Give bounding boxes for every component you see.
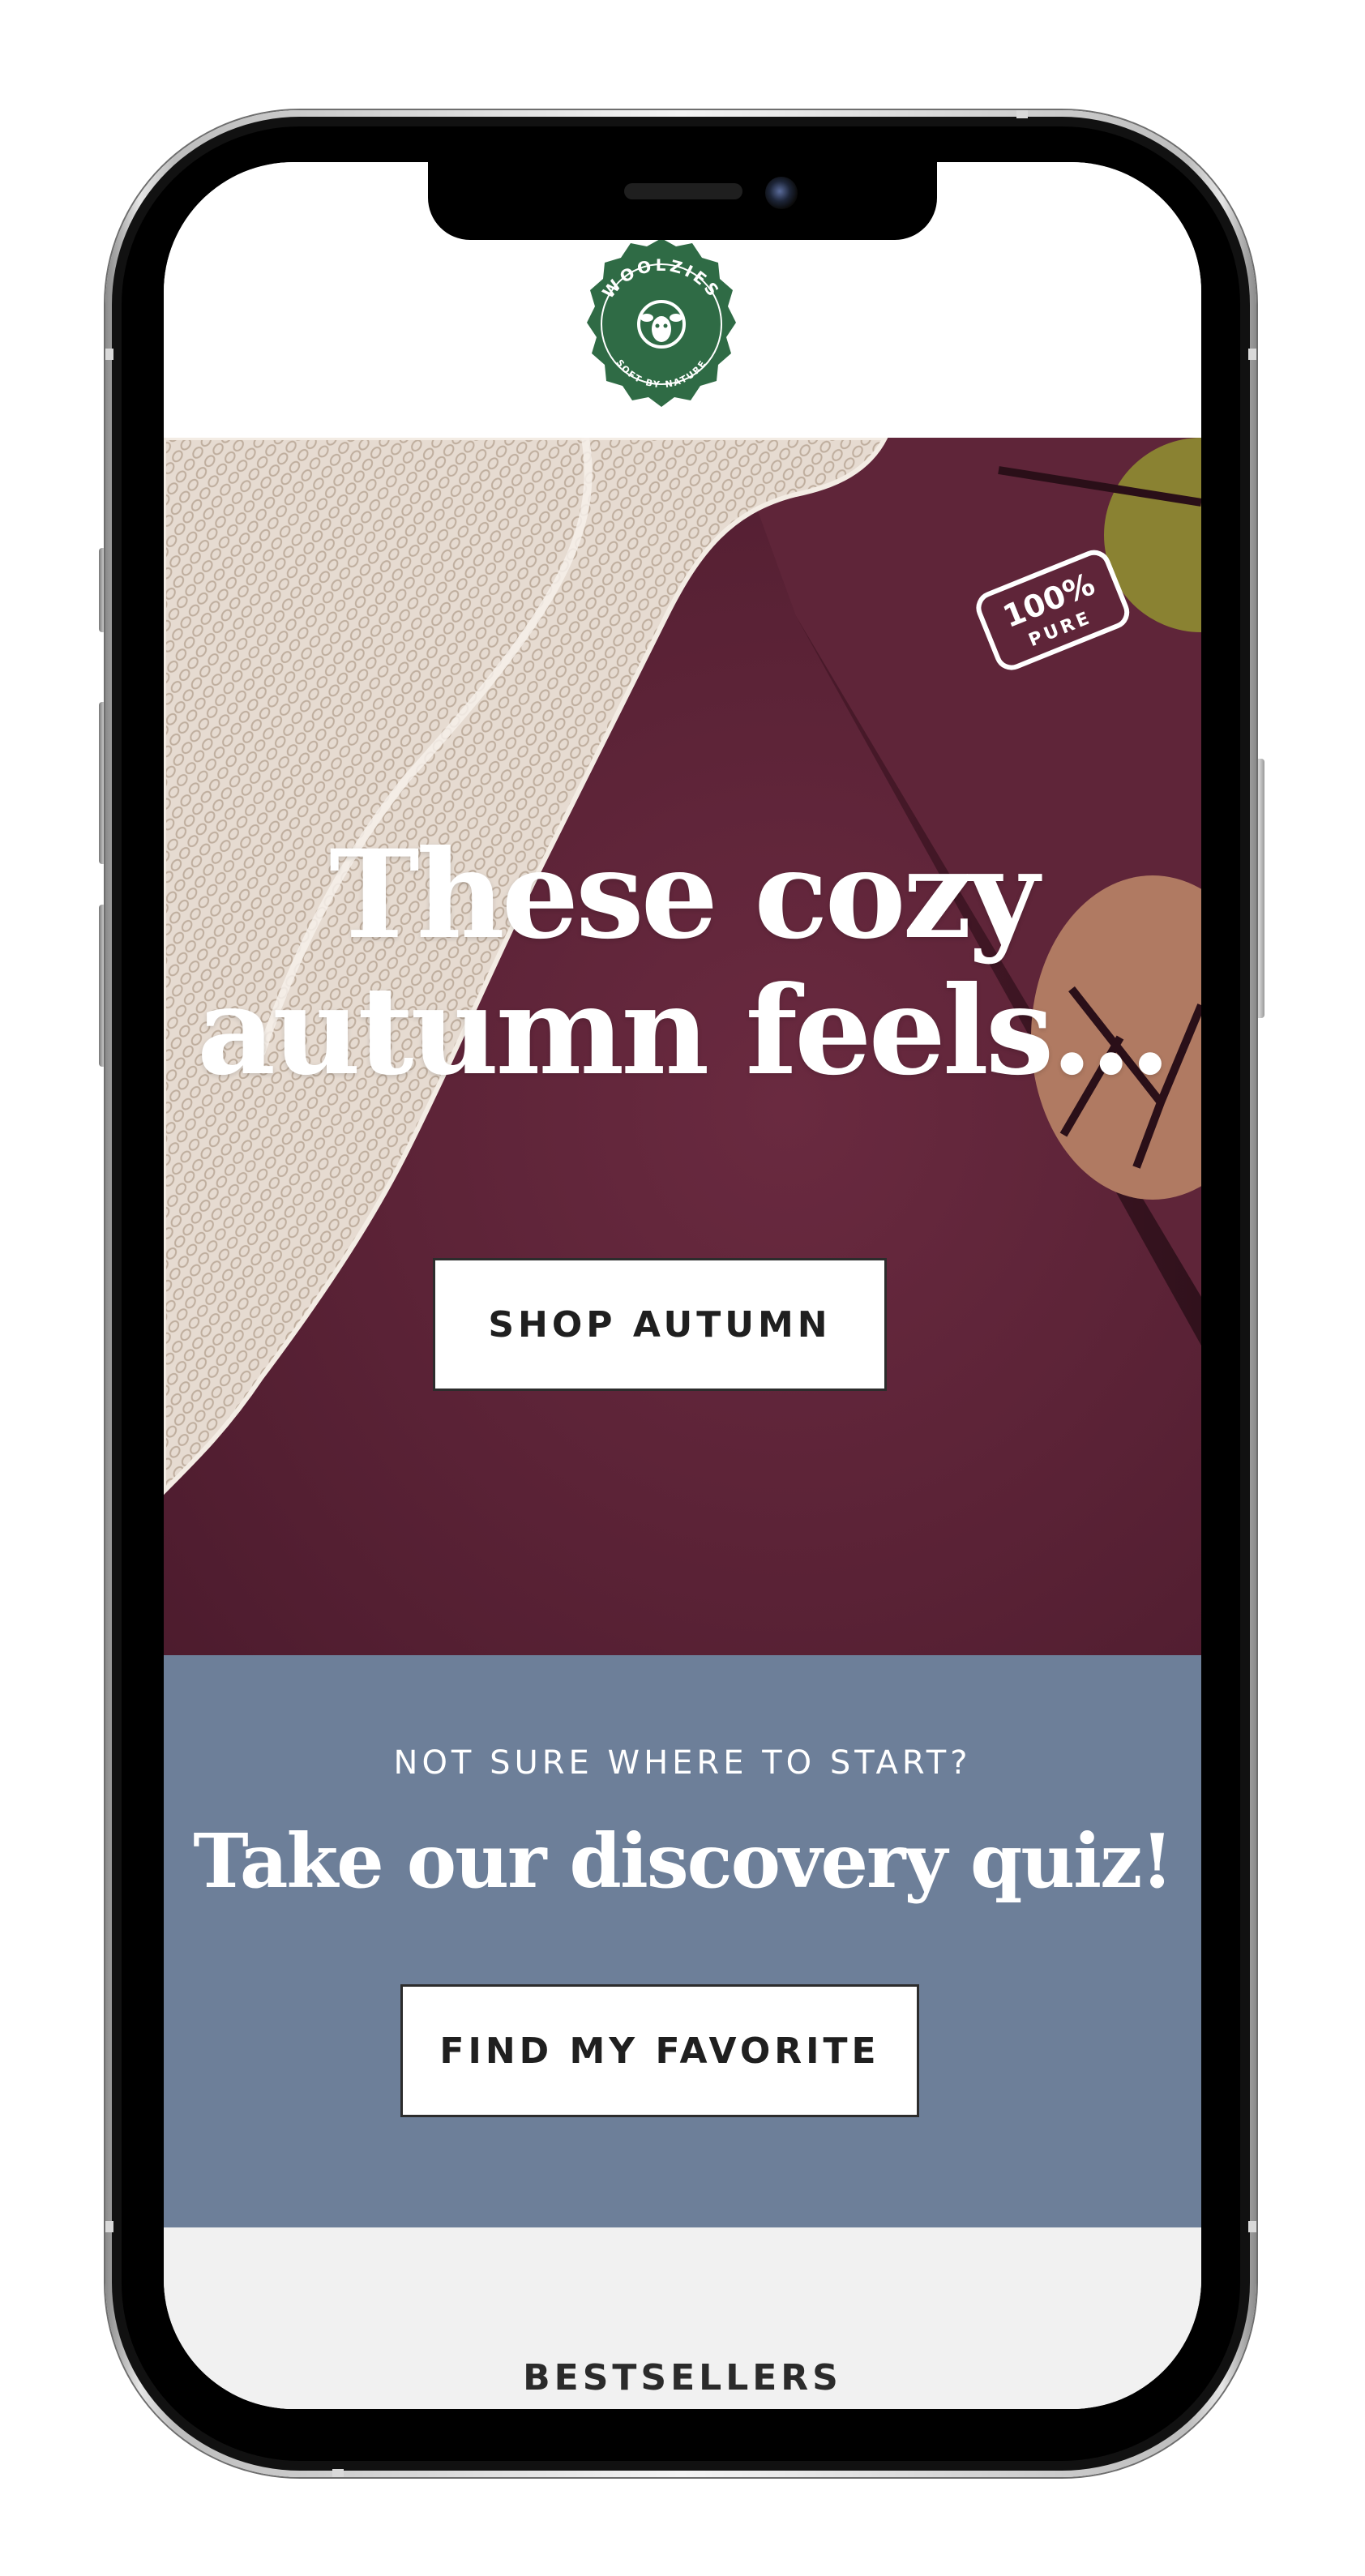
quiz-title: Take our discovery quiz! xyxy=(193,1817,1174,1905)
bestsellers-section: BESTSELLERS xyxy=(164,2227,1201,2409)
antenna-line xyxy=(1248,2221,1256,2232)
quiz-eyebrow: NOT SURE WHERE TO START? xyxy=(393,1744,972,1782)
hero-title-line1: These cozy xyxy=(329,824,1039,966)
hero-banner: 100% PURE These cozy autumn feels... SHO… xyxy=(164,438,1201,1655)
page-canvas: WOOLZIES SOFT BY NATURE 100% PURE These … xyxy=(0,0,1365,2576)
woolzies-logo[interactable]: WOOLZIES SOFT BY NATURE xyxy=(566,233,757,425)
bestsellers-title: BESTSELLERS xyxy=(523,2357,842,2398)
hero-title-line2: autumn feels... xyxy=(196,960,1171,1102)
front-camera xyxy=(765,177,798,209)
antenna-line xyxy=(105,2221,113,2232)
shop-autumn-button[interactable]: SHOP AUTUMN xyxy=(433,1258,887,1391)
antenna-line xyxy=(1248,349,1256,360)
earpiece-speaker xyxy=(624,183,742,199)
hero-title: These cozy autumn feels... xyxy=(164,827,1201,1099)
phone-screen: WOOLZIES SOFT BY NATURE 100% PURE These … xyxy=(164,162,1201,2409)
find-my-favorite-button[interactable]: FIND MY FAVORITE xyxy=(400,1984,919,2117)
quiz-section: NOT SURE WHERE TO START? Take our discov… xyxy=(164,1655,1201,2227)
antenna-line xyxy=(1016,110,1028,118)
antenna-line xyxy=(332,2469,344,2477)
phone-notch xyxy=(428,162,937,240)
antenna-line xyxy=(105,349,113,360)
